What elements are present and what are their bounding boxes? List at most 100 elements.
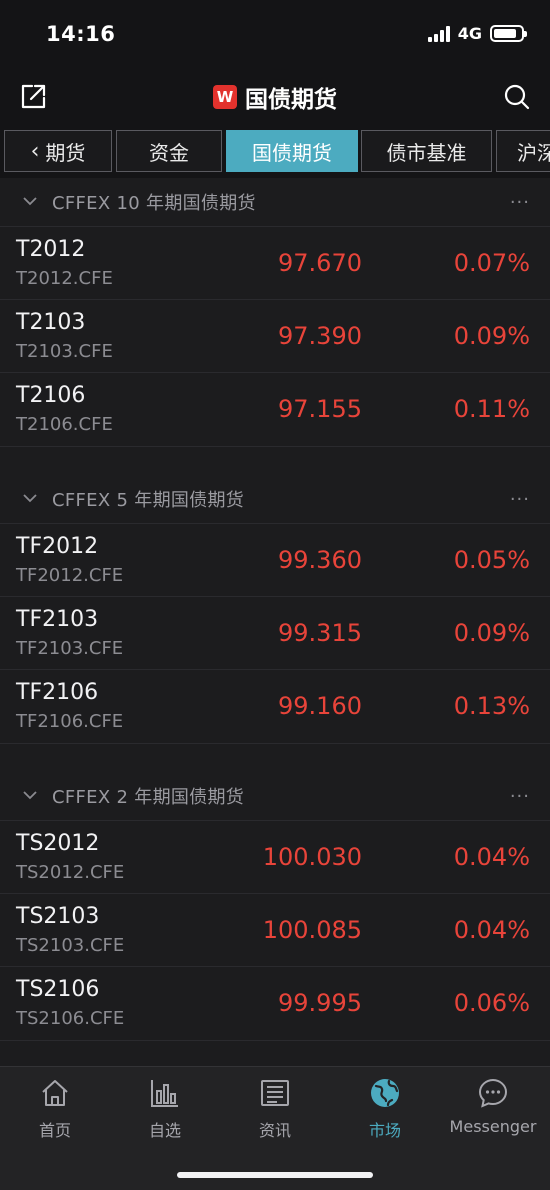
watchlist-chart-icon: [151, 1080, 178, 1107]
more-icon[interactable]: ···: [510, 489, 530, 510]
table-row[interactable]: TS2106 TS2106.CFE 99.995 0.06%: [0, 966, 550, 1039]
tab-bond-benchmark[interactable]: 债市基准: [361, 130, 492, 172]
contract-name: TF2103: [16, 607, 99, 632]
nav-label: 自选: [148, 1121, 181, 1140]
change-percent: 0.04%: [453, 916, 530, 944]
table-row[interactable]: TF2106 TF2106.CFE 99.160 0.13%: [0, 669, 550, 742]
last-price: 100.030: [262, 843, 362, 871]
home-icon: [42, 1080, 68, 1106]
nav-label: 资讯: [258, 1121, 291, 1140]
tab-funds[interactable]: 资金: [116, 130, 222, 172]
last-price: 99.995: [278, 989, 362, 1017]
status-bar: 14:16 4G: [0, 0, 550, 66]
change-percent: 0.13%: [453, 692, 530, 720]
contract-name: TF2106: [16, 680, 99, 705]
table-row[interactable]: TF2103 TF2103.CFE 99.315 0.09%: [0, 596, 550, 669]
status-time: 14:16: [46, 22, 116, 46]
home-indicator[interactable]: [177, 1172, 373, 1178]
nav-label: Messenger: [449, 1117, 537, 1136]
news-icon: [261, 1080, 289, 1106]
section-header-10y[interactable]: CFFEX 10 年期国债期货 ···: [0, 178, 550, 226]
section-divider: [0, 743, 550, 744]
section-title: CFFEX 2 年期国债期货: [52, 787, 245, 808]
tab-label: 期货: [45, 140, 86, 165]
contract-name: TS2012: [16, 831, 100, 856]
category-tabs: ‹ 期货 资金 国债期货 债市基准 沪深: [0, 128, 550, 178]
change-percent: 0.09%: [453, 322, 530, 350]
last-price: 99.160: [278, 692, 362, 720]
tab-label: 国债期货: [252, 140, 332, 165]
contract-name: T2103: [16, 310, 86, 335]
section-header-2y[interactable]: CFFEX 2 年期国债期货 ···: [0, 772, 550, 820]
table-row[interactable]: T2106 T2106.CFE 97.155 0.11%: [0, 372, 550, 445]
contract-code: TF2012.CFE: [16, 565, 124, 586]
contract-code: TF2103.CFE: [16, 638, 124, 659]
more-icon[interactable]: ···: [510, 786, 530, 807]
change-percent: 0.06%: [453, 989, 530, 1017]
chevron-down-icon: [23, 791, 37, 800]
page-title: 国债期货: [245, 87, 337, 113]
section-divider: [0, 446, 550, 447]
contract-name: TS2103: [16, 904, 100, 929]
change-percent: 0.05%: [453, 546, 530, 574]
table-row[interactable]: T2012 T2012.CFE 97.670 0.07%: [0, 226, 550, 299]
network-type: 4G: [457, 24, 482, 43]
tab-label: 资金: [149, 140, 189, 165]
table-row[interactable]: T2103 T2103.CFE 97.390 0.09%: [0, 299, 550, 372]
nav-watchlist[interactable]: 自选: [110, 1077, 220, 1141]
contract-code: TS2106.CFE: [16, 1008, 125, 1029]
app-header: W 国债期货: [0, 66, 550, 128]
nav-label: 首页: [38, 1121, 71, 1140]
chevron-down-icon: [23, 197, 37, 206]
search-button[interactable]: [502, 82, 532, 112]
change-percent: 0.11%: [453, 395, 530, 423]
nav-market[interactable]: 市场: [330, 1077, 440, 1141]
status-indicators: 4G: [427, 24, 527, 43]
market-globe-icon: [371, 1079, 399, 1107]
contract-name: TF2012: [16, 534, 99, 559]
section-title: CFFEX 5 年期国债期货: [52, 490, 245, 511]
table-row[interactable]: TS2012 TS2012.CFE 100.030 0.04%: [0, 820, 550, 893]
last-price: 97.670: [278, 249, 362, 277]
app-logo-icon: W: [213, 85, 237, 109]
nav-label: 市场: [368, 1121, 401, 1140]
table-row[interactable]: TF2012 TF2012.CFE 99.360 0.05%: [0, 523, 550, 596]
quote-list: CFFEX 10 年期国债期货 ··· T2012 T2012.CFE 97.6…: [0, 178, 550, 1066]
contract-name: T2012: [16, 237, 86, 262]
tab-label: 债市基准: [386, 140, 467, 165]
last-price: 100.085: [262, 916, 362, 944]
messenger-icon: [478, 1078, 508, 1108]
section-divider: [0, 1040, 550, 1041]
search-icon: [504, 84, 530, 110]
contract-code: T2012.CFE: [16, 268, 113, 289]
tab-futures[interactable]: ‹ 期货: [4, 130, 112, 172]
nav-news[interactable]: 资讯: [220, 1077, 330, 1141]
contract-code: T2106.CFE: [16, 414, 113, 435]
contract-code: TS2012.CFE: [16, 862, 125, 883]
section-header-5y[interactable]: CFFEX 5 年期国债期货 ···: [0, 475, 550, 523]
chevron-left-icon: ‹: [30, 138, 40, 164]
change-percent: 0.07%: [453, 249, 530, 277]
contract-code: T2103.CFE: [16, 341, 113, 362]
nav-messenger[interactable]: Messenger: [438, 1077, 548, 1136]
tab-treasury-futures[interactable]: 国债期货: [226, 130, 358, 172]
title-group: W 国债期货: [0, 80, 550, 114]
contract-name: TS2106: [16, 977, 100, 1002]
table-row[interactable]: TS2103 TS2103.CFE 100.085 0.04%: [0, 893, 550, 966]
change-percent: 0.04%: [453, 843, 530, 871]
battery-icon: [490, 25, 527, 42]
contract-code: TF2106.CFE: [16, 711, 124, 732]
last-price: 97.155: [278, 395, 362, 423]
tab-label: 沪深: [517, 140, 550, 165]
tab-shanghai-shenzhen[interactable]: 沪深: [496, 130, 550, 172]
nav-home[interactable]: 首页: [0, 1077, 110, 1141]
contract-name: T2106: [16, 383, 86, 408]
last-price: 99.315: [278, 619, 362, 647]
last-price: 97.390: [278, 322, 362, 350]
change-percent: 0.09%: [453, 619, 530, 647]
signal-icon: [427, 25, 450, 42]
chevron-down-icon: [23, 494, 37, 503]
more-icon[interactable]: ···: [510, 192, 530, 213]
section-title: CFFEX 10 年期国债期货: [52, 193, 256, 214]
contract-code: TS2103.CFE: [16, 935, 125, 956]
